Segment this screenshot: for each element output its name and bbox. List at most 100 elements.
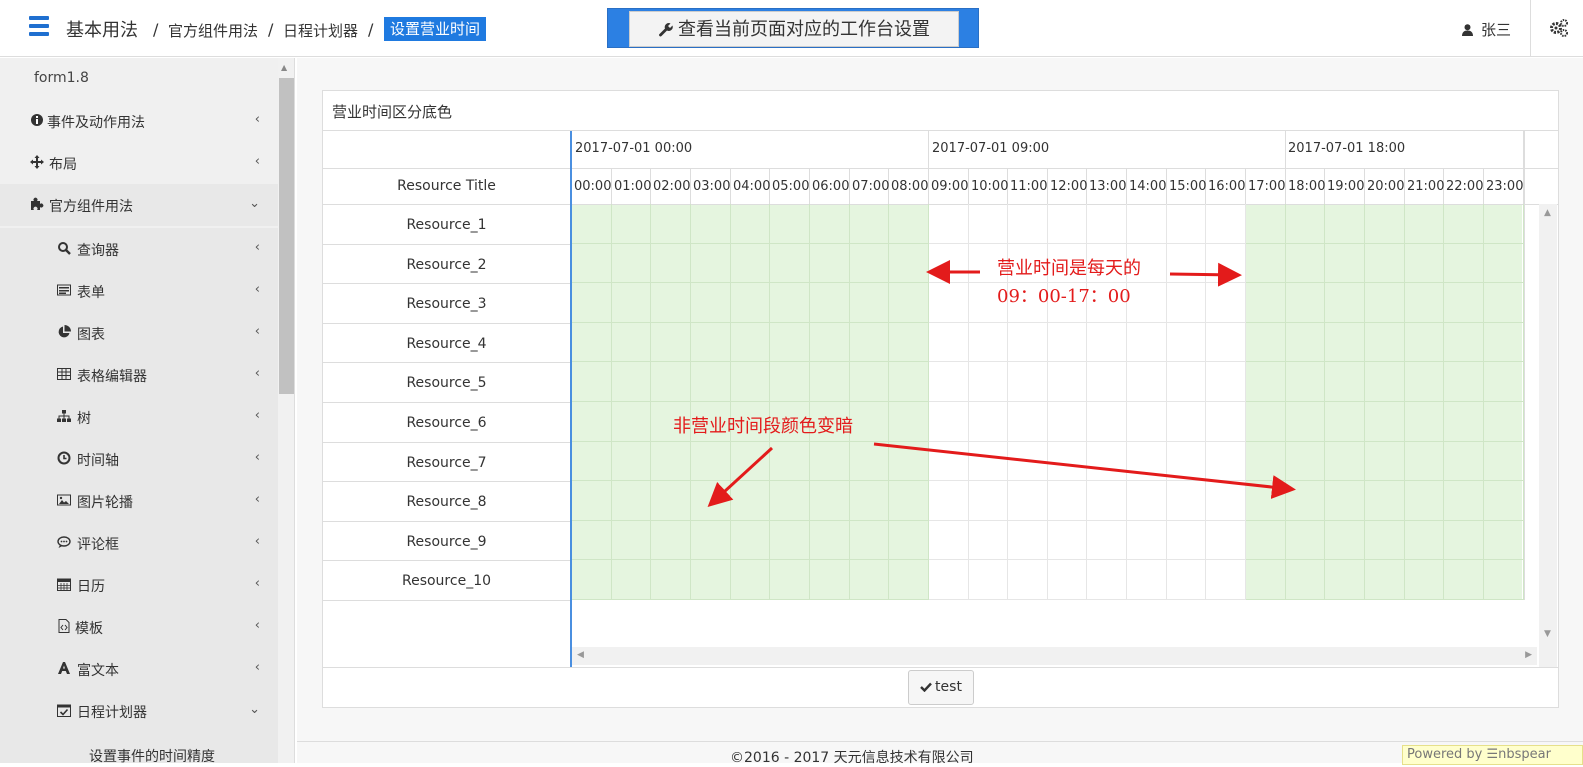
hour-label: 02:00 — [653, 179, 691, 194]
sidebar-item-label: 图表 — [77, 327, 105, 343]
sidebar-item-query[interactable]: 查询器 ‹ — [0, 228, 278, 270]
hour-label: 09:00 — [931, 179, 969, 194]
scroll-left-icon[interactable]: ◀ — [577, 650, 584, 660]
cell-line — [929, 559, 1246, 560]
cell-line — [1166, 204, 1167, 600]
workspace-settings-button[interactable]: 查看当前页面对应的工作台设置 — [629, 11, 959, 47]
sidebar-item-label: 表格编辑器 — [77, 369, 147, 385]
divider — [297, 741, 1583, 742]
cell-line — [1246, 480, 1524, 481]
scroll-right-icon[interactable]: ▶ — [1525, 650, 1532, 660]
chevron-left-icon: ‹ — [254, 282, 260, 297]
font-icon — [58, 662, 70, 674]
test-button[interactable]: test — [908, 670, 974, 705]
sidebar-item-carousel[interactable]: 图片轮播 ‹ — [0, 480, 278, 522]
user-menu[interactable]: 张三 — [1462, 19, 1511, 40]
sidebar-item-events[interactable]: 事件及动作用法 ‹ — [0, 100, 278, 142]
breadcrumb-active: 设置营业时间 — [384, 17, 487, 41]
sidebar-item-tree[interactable]: 树 ‹ — [0, 396, 278, 438]
hour-label: 00:00 — [574, 179, 612, 194]
resource-row: Resource_10 — [323, 560, 570, 600]
resource-row: Resource_9 — [323, 521, 570, 561]
breadcrumb-separator: / — [368, 20, 374, 39]
hour-label: 04:00 — [733, 179, 771, 194]
sidebar-item-chart[interactable]: 图表 ‹ — [0, 312, 278, 354]
grid-horizontal-scrollbar[interactable]: ◀ ▶ — [572, 647, 1537, 665]
sidebar-item-form[interactable]: 表单 ‹ — [0, 270, 278, 312]
breadcrumb-home[interactable]: 基本用法 — [66, 16, 138, 42]
sidebar-item-template[interactable]: 模板 ‹ — [0, 606, 278, 648]
breadcrumb-item[interactable]: 官方组件用法 — [168, 20, 258, 41]
hour-label: 16:00 — [1208, 179, 1246, 194]
user-name: 张三 — [1481, 21, 1512, 39]
cell-line — [1246, 401, 1524, 402]
hour-label: 10:00 — [971, 179, 1009, 194]
sidebar-item-label: 表单 — [77, 285, 105, 301]
cell-line — [1324, 204, 1325, 600]
divider — [323, 130, 1558, 131]
cell-line — [1245, 204, 1246, 600]
calendar-icon — [57, 578, 71, 591]
comment-icon — [57, 536, 71, 548]
cell-line — [809, 204, 810, 600]
cell-line — [1246, 441, 1524, 442]
scroll-up-icon[interactable]: ▲ — [1544, 208, 1551, 218]
sidebar-item-table-editor[interactable]: 表格编辑器 ‹ — [0, 354, 278, 396]
hour-label: 12:00 — [1050, 179, 1088, 194]
powered-by-badge[interactable]: Powered by ☰nbspear — [1402, 745, 1583, 765]
table-icon — [57, 368, 71, 380]
info-circle-icon — [31, 114, 43, 126]
resource-column-header: Resource Title — [397, 178, 496, 194]
cell-line — [572, 599, 929, 600]
divider — [1530, 0, 1531, 57]
check-icon — [920, 682, 932, 693]
search-icon — [58, 242, 71, 255]
off-hours-block-evening — [1245, 204, 1522, 600]
breadcrumb-separator: / — [153, 20, 159, 39]
sidebar-item-label: 评论框 — [77, 537, 119, 553]
hour-label: 14:00 — [1129, 179, 1167, 194]
cell-line — [572, 441, 929, 442]
resource-row: Resource_2 — [323, 244, 570, 284]
day-separator — [1285, 131, 1286, 168]
cell-line — [572, 401, 929, 402]
sidebar-scrollbar-thumb[interactable] — [279, 78, 294, 394]
sidebar-item-layout[interactable]: 布局 ‹ — [0, 142, 278, 184]
arrows-icon — [30, 155, 44, 169]
test-button-label: test — [935, 679, 962, 695]
chevron-down-icon: ⌄ — [249, 702, 260, 717]
cell-line — [929, 599, 1246, 600]
file-code-icon — [58, 619, 70, 633]
sidebar-item-official-components[interactable]: 官方组件用法 ⌄ — [0, 184, 278, 226]
resource-row: Resource_1 — [323, 204, 570, 244]
cell-line — [1285, 204, 1286, 600]
cogs-icon[interactable] — [1549, 18, 1569, 38]
scroll-down-icon[interactable]: ▼ — [1544, 629, 1551, 639]
sidebar-item-calendar[interactable]: 日历 ‹ — [0, 564, 278, 606]
cell-line — [769, 204, 770, 600]
off-hours-block-morning — [572, 204, 928, 600]
annotation-business-hours-range: 09：00-17：00 — [997, 286, 1131, 307]
hamburger-icon[interactable] — [29, 16, 49, 38]
chevron-left-icon: ‹ — [254, 576, 260, 591]
cell-line — [572, 361, 929, 362]
cell-line — [572, 559, 929, 560]
pie-chart-icon — [58, 325, 71, 338]
divider — [323, 667, 1558, 668]
resource-row: Resource_6 — [323, 402, 570, 442]
resource-column-divider[interactable] — [570, 131, 572, 667]
chevron-left-icon: ‹ — [254, 492, 260, 507]
sidebar-item-time-precision[interactable]: 设置事件的时间精度 — [0, 732, 278, 763]
scroll-up-icon[interactable]: ▲ — [281, 63, 287, 72]
grid-vertical-scrollbar[interactable]: ▲ ▼ — [1539, 204, 1557, 667]
sidebar-item-comment[interactable]: 评论框 ‹ — [0, 522, 278, 564]
sidebar: form1.8 事件及动作用法 ‹ 布局 ‹ 官方组件用法 ⌄ 查询器 ‹ 表单… — [0, 58, 278, 763]
cell-line — [650, 204, 651, 600]
sidebar-item-label: 查询器 — [77, 243, 119, 259]
sidebar-item-scheduler[interactable]: 日程计划器 ⌄ — [0, 690, 278, 732]
sidebar-item-timeline[interactable]: 时间轴 ‹ — [0, 438, 278, 480]
breadcrumb-item[interactable]: 日程计划器 — [283, 20, 358, 41]
sidebar-item-label: 树 — [77, 411, 91, 427]
sidebar-item-rich-text[interactable]: 富文本 ‹ — [0, 648, 278, 690]
cell-line — [1246, 559, 1524, 560]
